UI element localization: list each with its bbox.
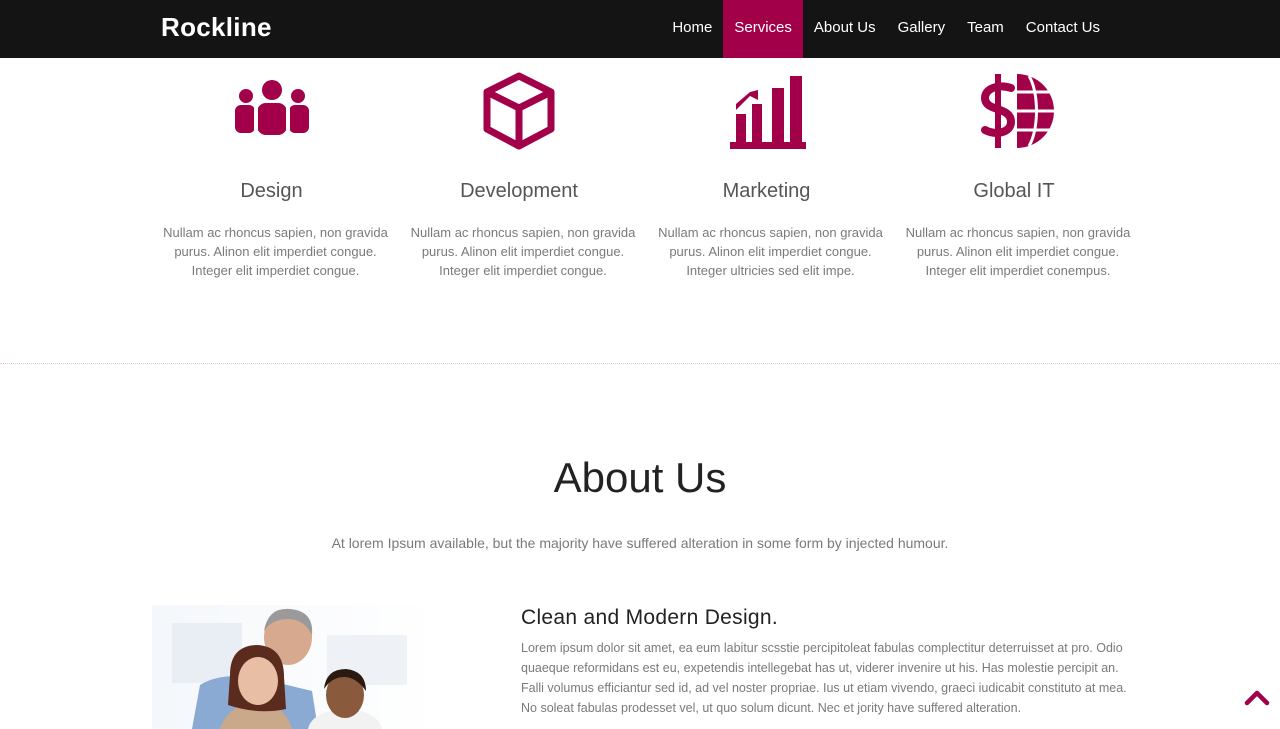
nav-team[interactable]: Team <box>956 0 1015 58</box>
service-global-it: Global IT Nullam ac rhoncus sapien, non … <box>893 58 1136 363</box>
service-description: Nullam ac rhoncus sapien, non gravida pu… <box>658 225 883 278</box>
team-photo <box>152 605 437 729</box>
nav-services[interactable]: Services <box>723 0 803 58</box>
chevron-up-icon[interactable] <box>1244 688 1270 708</box>
nav-home[interactable]: Home <box>661 0 723 58</box>
service-development: Development Nullam ac rhoncus sapien, no… <box>398 58 641 363</box>
service-description: Nullam ac rhoncus sapien, non gravida pu… <box>905 225 1131 278</box>
about-subtitle: At lorem Ipsum available, but the majori… <box>331 535 949 551</box>
brand-logo[interactable]: Rockline <box>161 12 272 43</box>
nav-contact-us[interactable]: Contact Us <box>1015 0 1111 58</box>
feature-title: Clean and Modern Design. <box>521 606 779 629</box>
service-title: Development <box>460 180 578 202</box>
bar-chart-icon <box>729 76 806 149</box>
users-icon <box>234 80 309 136</box>
main-nav: Home Services About Us Gallery Team Cont… <box>661 0 1111 58</box>
cube-icon <box>483 72 555 150</box>
section-divider <box>0 363 1280 364</box>
service-design: Design Nullam ac rhoncus sapien, non gra… <box>150 58 393 363</box>
dollar-globe-icon <box>980 74 1054 148</box>
service-title: Design <box>240 180 303 202</box>
service-description: Nullam ac rhoncus sapien, non gravida pu… <box>410 225 636 278</box>
about-heading: About Us <box>553 454 727 501</box>
service-marketing: Marketing Nullam ac rhoncus sapien, non … <box>645 58 888 363</box>
service-title: Marketing <box>722 180 811 202</box>
navbar: Rockline Home Services About Us Gallery … <box>0 0 1280 58</box>
nav-gallery[interactable]: Gallery <box>887 0 957 58</box>
service-description: Nullam ac rhoncus sapien, non gravida pu… <box>163 225 388 278</box>
services-section: Design Nullam ac rhoncus sapien, non gra… <box>150 58 1140 363</box>
service-title: Global IT <box>973 180 1055 202</box>
feature-text: Lorem ipsum dolor sit amet, ea eum labit… <box>521 641 1127 715</box>
nav-about-us[interactable]: About Us <box>803 0 887 58</box>
